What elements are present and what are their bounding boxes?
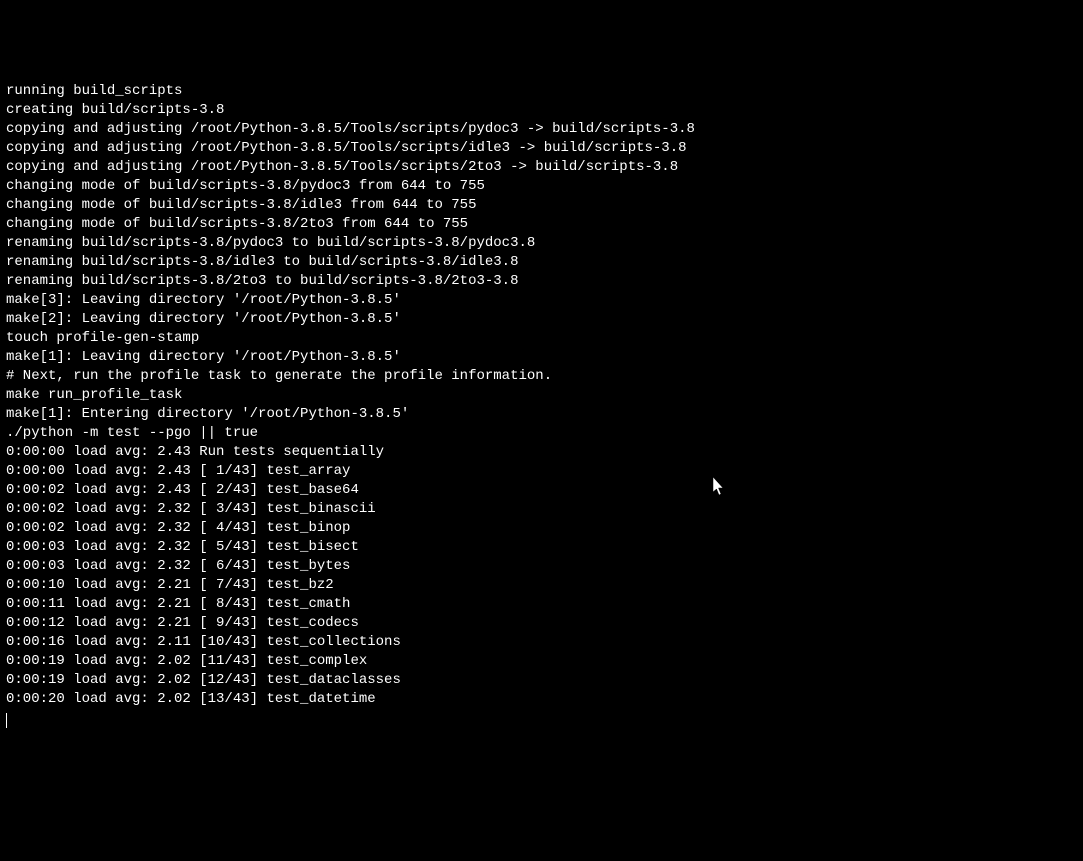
terminal-line: 0:00:02 load avg: 2.43 [ 2/43] test_base… bbox=[6, 481, 1077, 500]
terminal-line: make[1]: Entering directory '/root/Pytho… bbox=[6, 405, 1077, 424]
terminal-line: renaming build/scripts-3.8/pydoc3 to bui… bbox=[6, 234, 1077, 253]
terminal-line: make[1]: Leaving directory '/root/Python… bbox=[6, 348, 1077, 367]
terminal-line: 0:00:00 load avg: 2.43 [ 1/43] test_arra… bbox=[6, 462, 1077, 481]
terminal-line: running build_scripts bbox=[6, 82, 1077, 101]
terminal-line: 0:00:16 load avg: 2.11 [10/43] test_coll… bbox=[6, 633, 1077, 652]
terminal-line: 0:00:19 load avg: 2.02 [12/43] test_data… bbox=[6, 671, 1077, 690]
terminal-line: make[3]: Leaving directory '/root/Python… bbox=[6, 291, 1077, 310]
terminal-line: touch profile-gen-stamp bbox=[6, 329, 1077, 348]
terminal-line: 0:00:20 load avg: 2.02 [13/43] test_date… bbox=[6, 690, 1077, 709]
terminal-output[interactable]: running build_scriptscreating build/scri… bbox=[6, 82, 1077, 728]
terminal-line: 0:00:12 load avg: 2.21 [ 9/43] test_code… bbox=[6, 614, 1077, 633]
terminal-line: # Next, run the profile task to generate… bbox=[6, 367, 1077, 386]
terminal-line: creating build/scripts-3.8 bbox=[6, 101, 1077, 120]
terminal-line: changing mode of build/scripts-3.8/idle3… bbox=[6, 196, 1077, 215]
terminal-line: renaming build/scripts-3.8/idle3 to buil… bbox=[6, 253, 1077, 272]
terminal-line: 0:00:10 load avg: 2.21 [ 7/43] test_bz2 bbox=[6, 576, 1077, 595]
terminal-line: ./python -m test --pgo || true bbox=[6, 424, 1077, 443]
terminal-line: 0:00:00 load avg: 2.43 Run tests sequent… bbox=[6, 443, 1077, 462]
terminal-cursor bbox=[6, 713, 7, 728]
terminal-line: copying and adjusting /root/Python-3.8.5… bbox=[6, 120, 1077, 139]
terminal-line: 0:00:11 load avg: 2.21 [ 8/43] test_cmat… bbox=[6, 595, 1077, 614]
terminal-line: 0:00:03 load avg: 2.32 [ 6/43] test_byte… bbox=[6, 557, 1077, 576]
terminal-line: 0:00:03 load avg: 2.32 [ 5/43] test_bise… bbox=[6, 538, 1077, 557]
terminal-line: changing mode of build/scripts-3.8/pydoc… bbox=[6, 177, 1077, 196]
terminal-line: make[2]: Leaving directory '/root/Python… bbox=[6, 310, 1077, 329]
terminal-line: changing mode of build/scripts-3.8/2to3 … bbox=[6, 215, 1077, 234]
terminal-line: make run_profile_task bbox=[6, 386, 1077, 405]
terminal-line: 0:00:19 load avg: 2.02 [11/43] test_comp… bbox=[6, 652, 1077, 671]
terminal-line: copying and adjusting /root/Python-3.8.5… bbox=[6, 139, 1077, 158]
terminal-line: copying and adjusting /root/Python-3.8.5… bbox=[6, 158, 1077, 177]
terminal-line: 0:00:02 load avg: 2.32 [ 3/43] test_bina… bbox=[6, 500, 1077, 519]
terminal-line: 0:00:02 load avg: 2.32 [ 4/43] test_bino… bbox=[6, 519, 1077, 538]
terminal-line: renaming build/scripts-3.8/2to3 to build… bbox=[6, 272, 1077, 291]
